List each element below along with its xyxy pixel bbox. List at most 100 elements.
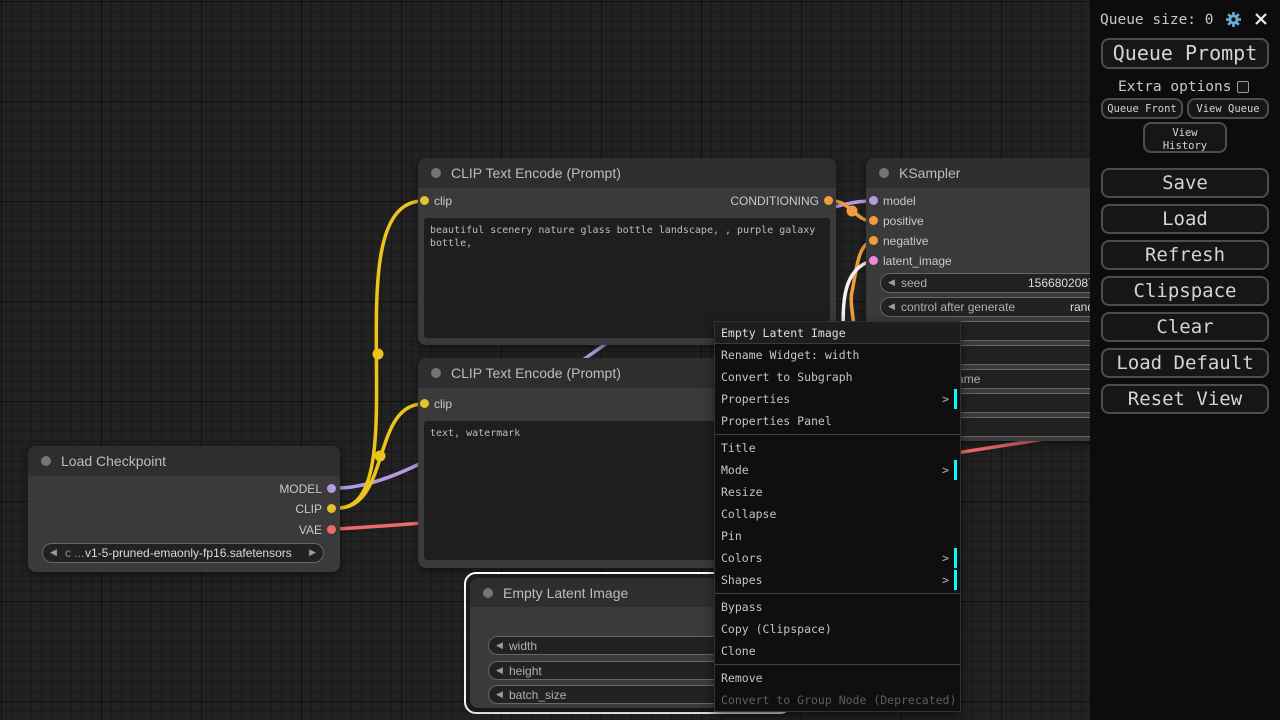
node-title: CLIP Text Encode (Prompt) [451,165,621,181]
collapse-dot-icon[interactable] [431,168,441,178]
menu-item-colors[interactable]: Colors > [715,547,960,569]
next-arrow-icon[interactable]: ▶ [309,547,316,558]
submenu-arrow-icon: > [942,459,949,481]
queue-front-button[interactable]: Queue Front [1101,98,1183,119]
menu-item-label: Mode [721,463,749,477]
prompt-text-widget[interactable]: beautiful scenery nature glass bottle la… [424,218,830,338]
decrement-arrow-icon[interactable]: ◀ [888,277,895,288]
node-header[interactable]: CLIP Text Encode (Prompt) [418,158,836,188]
output-slot-clip[interactable] [327,504,336,513]
extra-options-checkbox[interactable] [1237,81,1249,93]
input-slot-negative[interactable] [869,236,878,245]
menu-separator [715,434,960,435]
queue-size-label: Queue size: 0 [1100,12,1214,28]
input-slot-latent-image[interactable] [869,256,878,265]
submenu-arrow-icon: > [942,388,949,410]
link-dot [847,206,858,217]
menu-item-pin[interactable]: Pin [715,525,960,547]
menu-separator [715,664,960,665]
menu-item-rename-widget[interactable]: Rename Widget: width [715,344,960,366]
menu-item-convert-to-group-node: Convert to Group Node (Deprecated) [715,689,960,711]
reset-view-button[interactable]: Reset View [1101,384,1269,414]
decrement-arrow-icon[interactable]: ◀ [496,689,503,700]
output-slot-conditioning[interactable] [824,196,833,205]
submenu-bar-icon [954,389,957,409]
collapse-dot-icon[interactable] [879,168,889,178]
comfyui-window: CLIP Text Encode (Prompt) clip CONDITION… [0,0,1280,720]
collapse-dot-icon[interactable] [431,368,441,378]
output-slot-label: VAE [299,523,322,537]
context-menu-title: Empty Latent Image [715,322,960,344]
menu-item-clone[interactable]: Clone [715,640,960,662]
widget-label: batch_size [509,688,566,702]
decrement-arrow-icon[interactable]: ◀ [496,665,503,676]
decrement-arrow-icon[interactable]: ◀ [496,640,503,651]
widget-label: width [509,639,537,653]
menu-item-properties[interactable]: Properties > [715,388,960,410]
menu-item-collapse[interactable]: Collapse [715,503,960,525]
node-title: CLIP Text Encode (Prompt) [451,365,621,381]
widget-label: control after generate [901,300,1015,314]
view-queue-button[interactable]: View Queue [1187,98,1269,119]
node-title: Load Checkpoint [61,453,166,469]
refresh-button[interactable]: Refresh [1101,240,1269,270]
load-button[interactable]: Load [1101,204,1269,234]
submenu-bar-icon [954,460,957,480]
node-header[interactable]: Load Checkpoint [28,446,340,476]
input-slot-label: clip [434,397,452,411]
settings-gear-icon[interactable] [1225,11,1242,28]
input-slot-label: clip [434,194,452,208]
input-slot-clip[interactable] [420,399,429,408]
menu-item-label: Shapes [721,573,763,587]
menu-item-resize[interactable]: Resize [715,481,960,503]
widget-label: height [509,664,542,678]
close-icon[interactable] [1254,12,1268,26]
node-clip-text-encode-positive[interactable]: CLIP Text Encode (Prompt) clip CONDITION… [418,158,836,345]
output-slot-label: CONDITIONING [730,194,819,208]
view-history-button[interactable]: View History [1143,122,1227,153]
save-button[interactable]: Save [1101,168,1269,198]
queue-prompt-button[interactable]: Queue Prompt [1101,38,1269,69]
input-slot-positive[interactable] [869,216,878,225]
submenu-arrow-icon: > [942,547,949,569]
widget-label: c ... [65,546,84,560]
output-slot-vae[interactable] [327,525,336,534]
input-slot-clip[interactable] [420,196,429,205]
extra-options-label: Extra options [1118,79,1232,95]
widget-ckpt-name[interactable]: ◀ c ... v1-5-pruned-emaonly-fp16.safeten… [42,543,324,563]
clipspace-button[interactable]: Clipspace [1101,276,1269,306]
input-slot-label: model [883,194,916,208]
clear-button[interactable]: Clear [1101,312,1269,342]
output-slot-label: MODEL [279,482,322,496]
input-slot-label: positive [883,214,924,228]
node-load-checkpoint[interactable]: Load Checkpoint MODEL CLIP VAE ◀ c ... v… [28,446,340,572]
widget-label: seed [901,276,927,290]
collapse-dot-icon[interactable] [41,456,51,466]
prev-arrow-icon[interactable]: ◀ [50,547,57,558]
submenu-arrow-icon: > [942,569,949,591]
input-slot-label: latent_image [883,254,952,268]
menu-item-mode[interactable]: Mode > [715,459,960,481]
menu-item-title[interactable]: Title [715,437,960,459]
menu-item-label: Colors [721,551,763,565]
menu-item-remove[interactable]: Remove [715,667,960,689]
node-title: Empty Latent Image [503,585,628,601]
input-slot-label: negative [883,234,928,248]
link-dot [373,349,384,360]
menu-item-convert-to-subgraph[interactable]: Convert to Subgraph [715,366,960,388]
menu-item-shapes[interactable]: Shapes > [715,569,960,591]
submenu-bar-icon [954,570,957,590]
link-dot [375,451,386,462]
output-slot-label: CLIP [295,502,322,516]
decrement-arrow-icon[interactable]: ◀ [888,301,895,312]
collapse-dot-icon[interactable] [483,588,493,598]
node-title: KSampler [899,165,960,181]
menu-item-bypass[interactable]: Bypass [715,596,960,618]
load-default-button[interactable]: Load Default [1101,348,1269,378]
menu-item-copy-clipspace[interactable]: Copy (Clipspace) [715,618,960,640]
output-slot-model[interactable] [327,484,336,493]
input-slot-model[interactable] [869,196,878,205]
menu-item-properties-panel[interactable]: Properties Panel [715,410,960,432]
widget-value: v1-5-pruned-emaonly-fp16.safetensors [85,546,292,560]
submenu-bar-icon [954,548,957,568]
